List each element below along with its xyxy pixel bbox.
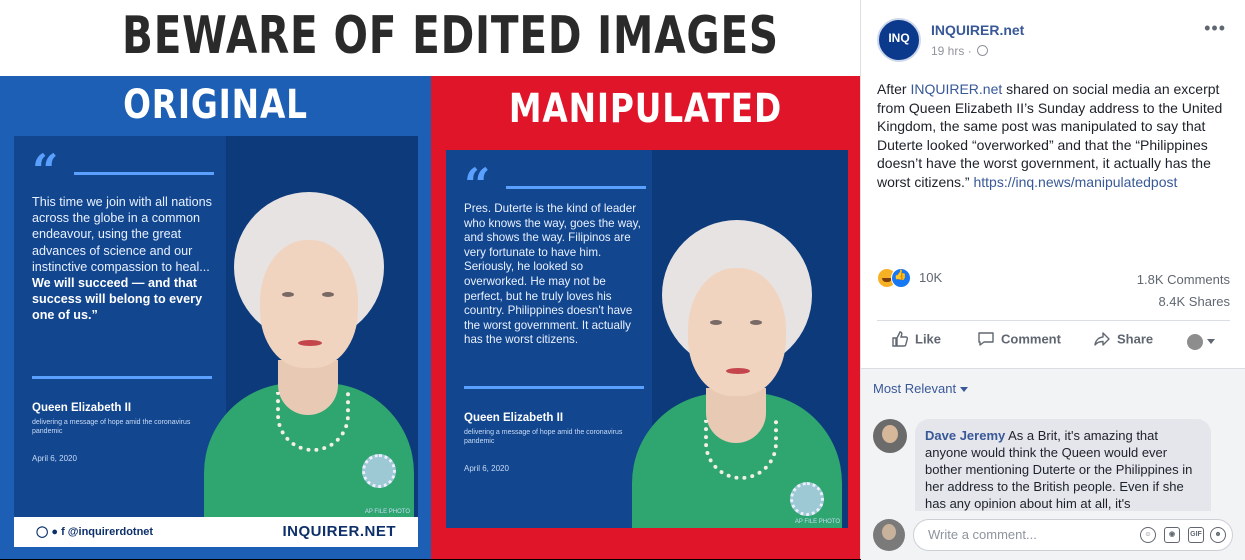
post-as-selector[interactable]: [1187, 333, 1215, 363]
page-name-link[interactable]: INQUIRER.net: [931, 22, 1024, 38]
manipulated-speaker-subtitle: delivering a message of hope amid the co…: [464, 429, 623, 445]
manipulated-panel: MANIPULATED “ Pres. Duterte is the kind …: [431, 76, 860, 559]
queen-portrait-manipulated: [622, 220, 848, 528]
original-quote-plain: This time we join with all nations acros…: [32, 195, 212, 274]
portrait-face: [260, 240, 358, 368]
comment-button[interactable]: Comment: [977, 330, 1061, 360]
comment-sort-dropdown[interactable]: Most Relevant: [873, 381, 969, 396]
brand-wordmark: INQUIRER.NET: [282, 523, 396, 540]
like-reaction-icon: [891, 268, 911, 288]
quote-rule: [74, 172, 214, 175]
comment-bubble-icon: [978, 332, 994, 346]
image-headline: BEWARE OF EDITED IMAGES: [122, 6, 779, 66]
social-handle-text: @inquirerdotnet: [67, 526, 154, 538]
portrait-eye: [282, 292, 294, 297]
thumbs-up-icon: [892, 331, 909, 347]
viewer-avatar: [1187, 333, 1203, 350]
portrait-eye: [710, 320, 722, 325]
quote-rule: [506, 186, 646, 189]
globe-icon: [977, 45, 989, 56]
original-label: ORIGINAL: [123, 82, 308, 128]
page-avatar[interactable]: INQ: [877, 18, 921, 62]
portrait-face: [688, 268, 786, 396]
comment-input[interactable]: [926, 526, 1130, 543]
screenshot-frame: BEWARE OF EDITED IMAGES ORIGINAL “ This …: [0, 0, 1245, 560]
sticker-icon[interactable]: ☻: [1210, 527, 1226, 543]
manipulated-speaker-name: Queen Elizabeth II: [464, 412, 564, 424]
comment-input-box[interactable]: ☺ ◉ GIF ☻: [913, 519, 1233, 551]
original-photo-credit: AP FILE PHOTO: [364, 509, 410, 515]
post-timestamp[interactable]: 19 hrs ·: [931, 44, 989, 58]
current-user-avatar: [873, 519, 905, 551]
manipulated-date: April 6, 2020: [464, 464, 509, 473]
comment-label: Comment: [1001, 331, 1061, 347]
like-label: Like: [915, 331, 942, 347]
page-avatar-text: INQ: [888, 31, 910, 45]
manipulated-label: MANIPULATED: [508, 86, 783, 132]
comment-bubble: Dave Jeremy As a Brit, it's amazing that…: [915, 419, 1211, 511]
share-button[interactable]: Share: [1093, 330, 1153, 360]
manipulated-quote-card: “ Pres. Duterte is the kind of leader wh…: [446, 150, 848, 528]
portrait-brooch: [790, 482, 824, 516]
post-action-bar: Like Comment Share: [877, 330, 1230, 360]
write-comment-row: ☺ ◉ GIF ☻: [861, 511, 1245, 560]
queen-portrait-original: [194, 192, 418, 518]
original-speaker-subtitle: delivering a message of hope amid the co…: [32, 419, 191, 435]
post-sidebar: INQ INQUIRER.net 19 hrs · ••• After INQU…: [860, 0, 1245, 560]
gif-icon[interactable]: GIF: [1188, 527, 1204, 543]
portrait-lips: [726, 368, 750, 374]
original-panel: ORIGINAL “ This time we join with all na…: [0, 76, 431, 559]
commenter-avatar[interactable]: [873, 419, 907, 453]
quote-bottom-rule: [32, 376, 212, 379]
manipulated-photo-credit: AP FILE PHOTO: [794, 519, 840, 525]
comments-section: Most Relevant Dave Jeremy As a Brit, it'…: [861, 368, 1245, 560]
chevron-down-icon: [1207, 339, 1215, 345]
post-image[interactable]: BEWARE OF EDITED IMAGES ORIGINAL “ This …: [0, 0, 860, 559]
image-headline-area: BEWARE OF EDITED IMAGES: [0, 0, 860, 76]
caption-pre: After: [877, 81, 911, 97]
portrait-eye: [322, 292, 334, 297]
quote-bottom-rule: [464, 386, 644, 389]
caption-page-link[interactable]: INQUIRER.net: [910, 81, 1002, 97]
share-label: Share: [1117, 331, 1154, 347]
portrait-brooch: [362, 454, 396, 488]
social-handle: ◯ ● f @inquirerdotnet: [36, 526, 154, 538]
more-options-icon[interactable]: •••: [1204, 18, 1226, 39]
original-quote-text: This time we join with all nations acros…: [32, 194, 218, 324]
portrait-eye: [750, 320, 762, 325]
like-button[interactable]: Like: [891, 330, 941, 360]
caption-url-link[interactable]: https://inq.news/manipulatedpost: [973, 174, 1177, 190]
post-caption: After INQUIRER.net shared on social medi…: [877, 80, 1237, 191]
original-quote-bold: We will succeed — and that success will …: [32, 276, 203, 323]
original-date: April 6, 2020: [32, 454, 77, 463]
original-footer-strip: ◯ ● f @inquirerdotnet INQUIRER.NET: [14, 517, 418, 547]
portrait-lips: [298, 340, 322, 346]
quote-mark-icon: “: [32, 144, 59, 198]
share-arrow-icon: [1094, 332, 1110, 346]
post-time-text: 19 hrs: [931, 44, 965, 58]
reactions-count[interactable]: 10K: [919, 270, 942, 285]
divider: [877, 320, 1230, 321]
original-speaker-name: Queen Elizabeth II: [32, 402, 132, 414]
original-quote-card: “ This time we join with all nations acr…: [14, 136, 418, 518]
emoji-icon[interactable]: ☺: [1140, 527, 1156, 543]
commenter-name[interactable]: Dave Jeremy: [925, 428, 1005, 443]
camera-icon[interactable]: ◉: [1164, 527, 1180, 543]
chevron-down-icon: [960, 387, 969, 393]
manipulated-quote-text: Pres. Duterte is the kind of leader who …: [464, 202, 641, 347]
shares-count-link[interactable]: 8.4K Shares: [1158, 294, 1230, 309]
comments-count-link[interactable]: 1.8K Comments: [1137, 272, 1230, 287]
comment-sort-label: Most Relevant: [873, 381, 957, 396]
